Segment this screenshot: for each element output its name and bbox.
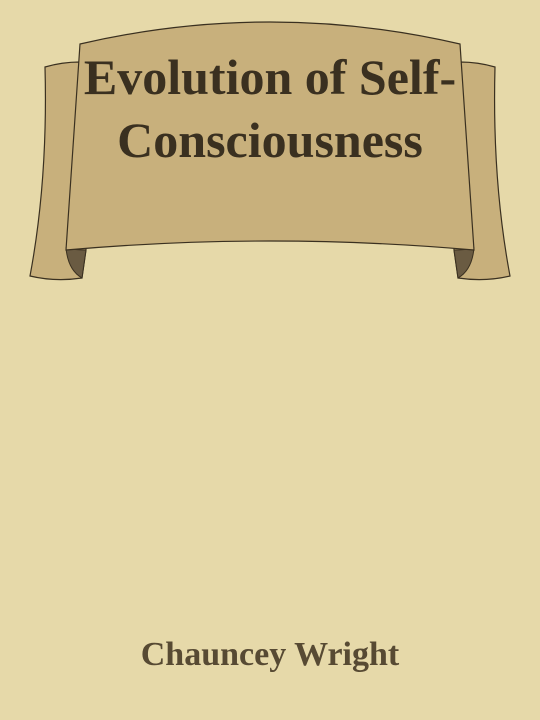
book-title: Evolution of Self-Consciousness bbox=[83, 49, 457, 168]
book-cover: Evolution of Self-Consciousness Chauncey… bbox=[0, 0, 540, 720]
book-author: Chauncey Wright bbox=[140, 636, 400, 673]
